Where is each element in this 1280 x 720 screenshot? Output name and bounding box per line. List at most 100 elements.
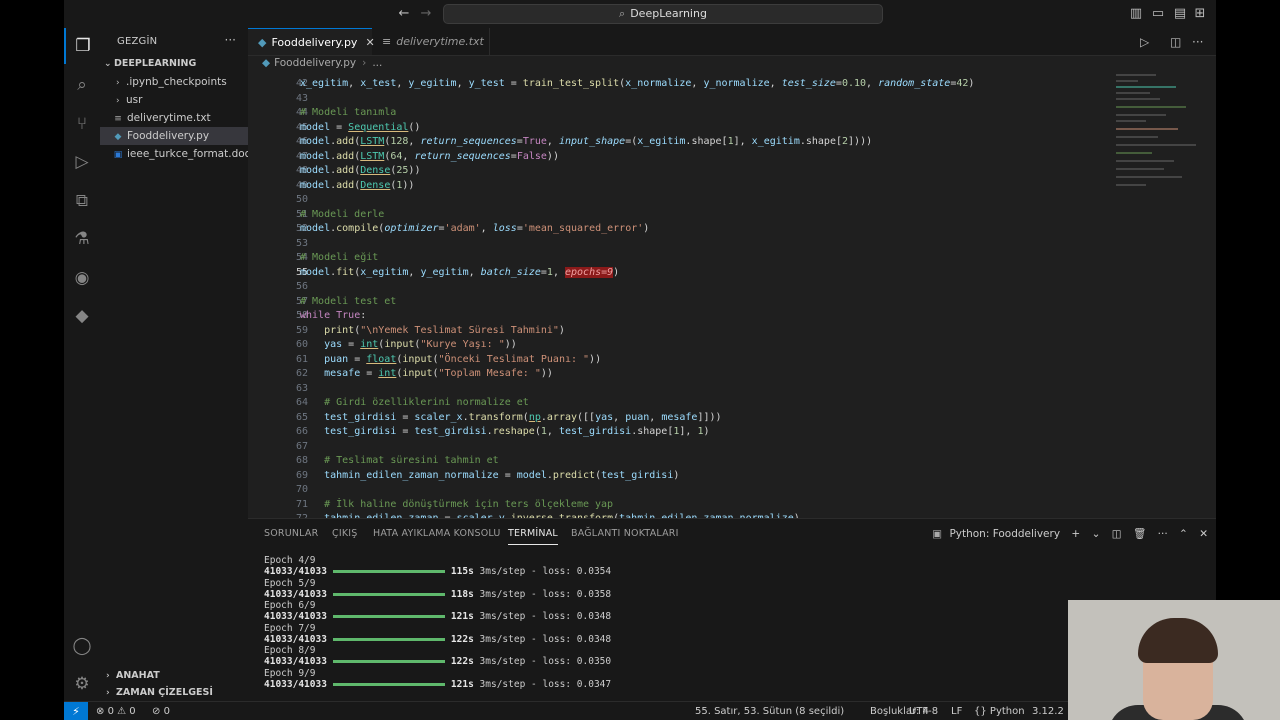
line-number: 62 xyxy=(295,368,308,379)
more-actions-icon[interactable]: ··· xyxy=(1158,528,1168,540)
epoch-rate: 3ms/step xyxy=(479,656,526,668)
epoch-rate: 3ms/step xyxy=(479,678,526,690)
tab-output[interactable]: ÇIKIŞ xyxy=(332,528,358,539)
epoch-loss: - loss: 0.0354 xyxy=(531,566,612,578)
toggle-panel-icon[interactable]: ▭ xyxy=(1150,6,1166,22)
progress-bar xyxy=(332,615,445,619)
account-icon[interactable]: ◯ xyxy=(64,628,100,664)
encoding[interactable]: UTF-8 xyxy=(909,702,938,720)
source-control-icon[interactable]: ⑂ xyxy=(64,106,100,142)
tab-terminal[interactable]: TERMİNAL xyxy=(508,528,558,545)
tab-problems[interactable]: SORUNLAR xyxy=(264,528,318,539)
status-bar: ⚡ ⊗ 0 ⚠ 0 ⊘ 0 55. Satır, 53. Sütun (8 se… xyxy=(64,701,1216,720)
remote-indicator-icon[interactable]: ⚡ xyxy=(64,702,88,720)
remote-explorer-icon[interactable]: ◉ xyxy=(64,260,100,296)
panel-actions: ▣ Python: Fooddelivery + ⌄ ◫ 🗑 ··· ⌃ ✕ xyxy=(924,527,1208,540)
ports-icon: ⊘ xyxy=(152,706,161,717)
language-label: Python xyxy=(989,706,1025,717)
close-icon[interactable]: ✕ xyxy=(1199,528,1208,540)
trash-icon[interactable]: 🗑 xyxy=(1133,528,1146,540)
line-number: 63 xyxy=(295,382,308,394)
tree-item-fooddelivery[interactable]: ◆ Fooddelivery.py xyxy=(100,127,260,145)
epoch-time: 118s xyxy=(450,588,474,600)
line-number: 69 xyxy=(295,469,308,481)
terminal-name[interactable]: Python: Fooddelivery xyxy=(949,528,1060,540)
toggle-secondary-sidebar-icon[interactable]: ▤ xyxy=(1172,6,1188,22)
line-number: 57 xyxy=(295,295,308,307)
chevron-right-icon: › xyxy=(116,96,120,106)
explorer-icon[interactable]: ❐ xyxy=(64,28,100,64)
terminal-icon: ▣ xyxy=(932,528,943,540)
back-arrow-icon[interactable]: ← xyxy=(396,6,412,22)
project-folder[interactable]: ⌄ DEEPLEARNING xyxy=(100,55,252,73)
split-editor-icon[interactable]: ◫ xyxy=(1170,35,1181,49)
line-number: 43 xyxy=(295,92,308,104)
run-debug-icon[interactable]: ▷ xyxy=(64,144,100,180)
new-terminal-icon[interactable]: + xyxy=(1071,528,1080,540)
epoch-label: Epoch 8/9 xyxy=(264,645,316,656)
chevron-down-icon[interactable]: ⌄ xyxy=(1092,528,1101,540)
explorer-title: GEZGİN xyxy=(117,36,158,47)
problems-status[interactable]: ⊗ 0 ⚠ 0 xyxy=(96,702,136,720)
more-actions-icon[interactable]: ··· xyxy=(225,33,236,47)
line-number: 66 xyxy=(295,426,308,437)
timeline-section[interactable]: › ZAMAN ÇİZELGESİ xyxy=(100,684,254,702)
warning-icon: ⚠ xyxy=(117,706,127,717)
epoch-loss: - loss: 0.0347 xyxy=(531,678,612,690)
line-number: 42 xyxy=(295,78,308,89)
tree-item-ieee-doc[interactable]: ▣ ieee_turkce_format.doc xyxy=(100,145,260,163)
tab-label: deliverytime.txt xyxy=(396,35,484,48)
extensions-icon[interactable]: ⧉ xyxy=(64,183,100,219)
progress-bar xyxy=(332,592,445,596)
end-of-line[interactable]: LF xyxy=(951,702,962,720)
python-version[interactable]: 3.12.2 xyxy=(1032,702,1064,720)
tree-item-usr[interactable]: › usr xyxy=(100,91,264,109)
search-icon[interactable]: ⌕ xyxy=(64,67,100,103)
tab-debug-console[interactable]: HATA AYIKLAMA KONSOLU xyxy=(373,528,501,539)
tree-item-label: usr xyxy=(126,94,143,106)
tree-item-deliverytime[interactable]: ≡ deliverytime.txt xyxy=(100,109,260,127)
toggle-sidebar-icon[interactable]: ▥ xyxy=(1128,6,1144,22)
epoch-time: 115s xyxy=(450,566,474,578)
line-number: 51 xyxy=(295,208,308,220)
python-icon[interactable]: ◆ xyxy=(64,298,100,334)
maximize-panel-icon[interactable]: ⌃ xyxy=(1179,528,1188,540)
breadcrumb-file[interactable]: Fooddelivery.py xyxy=(274,57,356,69)
text-file-icon: ≡ xyxy=(382,35,392,48)
cursor-position[interactable]: 55. Satır, 53. Sütun (8 seçildi) xyxy=(695,702,844,720)
ports-status[interactable]: ⊘ 0 xyxy=(152,702,170,720)
command-center-search[interactable]: ⌕ DeepLearning xyxy=(443,4,883,24)
epoch-time: 122s xyxy=(450,633,474,645)
braces-icon: {} xyxy=(974,706,987,717)
epoch-progress-line: 41033/41033 122s 3ms/step - loss: 0.0350 xyxy=(264,656,611,667)
outline-label: ANAHAT xyxy=(116,670,160,681)
code-editor[interactable]: 42 x_egitim, x_test, y_egitim, y_test = t… xyxy=(248,76,1216,518)
language-mode[interactable]: {} Python xyxy=(974,702,1025,720)
customize-layout-icon[interactable]: ⊞ xyxy=(1192,6,1208,22)
run-python-icon[interactable]: ▷ xyxy=(1140,35,1149,49)
tab-ports[interactable]: BAĞLANTI NOKTALARI xyxy=(571,528,679,539)
outline-section[interactable]: › ANAHAT xyxy=(100,667,254,685)
progress-count: 41033/41033 xyxy=(264,566,327,578)
minimap[interactable] xyxy=(1108,72,1208,212)
timeline-label: ZAMAN ÇİZELGESİ xyxy=(116,687,213,698)
tree-item-ipynb-checkpoints[interactable]: › .ipynb_checkpoints xyxy=(100,73,264,91)
line-number: 49 xyxy=(295,179,308,191)
chevron-right-icon: › xyxy=(106,671,110,681)
progress-count: 41033/41033 xyxy=(264,611,327,623)
line-number: 55 xyxy=(295,266,308,278)
more-actions-icon[interactable]: ··· xyxy=(1192,35,1203,49)
epoch-label: Epoch 5/9 xyxy=(264,577,316,589)
epoch-rate: 3ms/step xyxy=(479,588,526,600)
split-terminal-icon[interactable]: ◫ xyxy=(1112,528,1122,540)
line-number: 54 xyxy=(295,252,308,263)
line-number: 44 xyxy=(295,107,308,118)
testing-icon[interactable]: ⚗ xyxy=(64,221,100,257)
breadcrumb-rest[interactable]: ... xyxy=(372,57,382,69)
tab-fooddelivery[interactable]: ◆ Fooddelivery.py ✕ xyxy=(248,28,375,55)
manage-gear-icon[interactable]: ⚙ xyxy=(64,666,100,702)
epoch-label: Epoch 6/9 xyxy=(264,600,316,611)
tab-deliverytime[interactable]: ≡ deliverytime.txt xyxy=(372,28,490,55)
forward-arrow-icon[interactable]: → xyxy=(418,6,434,22)
line-number: 46 xyxy=(295,136,308,147)
